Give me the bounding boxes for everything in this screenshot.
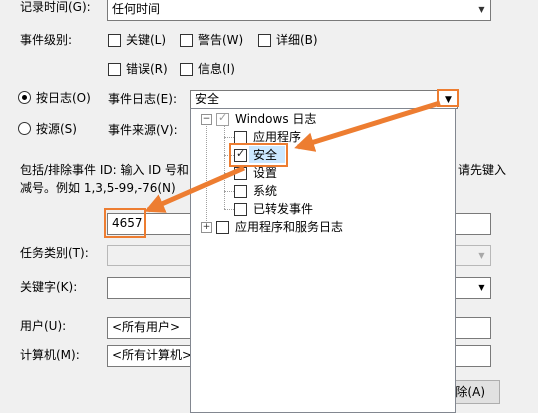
logged-select[interactable]: 任何时间 ▼ xyxy=(107,0,491,21)
dropdown-highlight xyxy=(437,89,459,107)
level-warning-label: 警告(W) xyxy=(198,33,244,47)
event-log-dropdown-popup[interactable]: − ✓ Windows 日志 应用程序 ✓ 安全 设置 系统 已转发事件 + 应… xyxy=(190,108,456,413)
checkbox-warning[interactable] xyxy=(180,34,193,47)
event-id-highlight xyxy=(104,208,146,238)
radio-selected-dot xyxy=(22,95,27,100)
include-text-line1: 包括/排除事件 ID: 输入 ID 号和 xyxy=(20,163,189,177)
chevron-down-icon: ▼ xyxy=(478,5,485,14)
checkbox-verbose[interactable] xyxy=(258,34,271,47)
checkbox-system[interactable] xyxy=(234,185,247,198)
checkbox-information[interactable] xyxy=(180,63,193,76)
check-icon: ✓ xyxy=(218,111,228,124)
checkbox-error[interactable] xyxy=(108,63,121,76)
user-value: <所有用户> xyxy=(112,320,181,334)
event-log-label: 事件日志(E): xyxy=(108,92,177,106)
tree-guide xyxy=(224,137,234,138)
event-source-label: 事件来源(V): xyxy=(108,123,178,137)
keywords-label: 关键字(K): xyxy=(20,280,78,294)
collapse-icon[interactable]: − xyxy=(201,114,212,125)
level-verbose-label: 详细(B) xyxy=(276,33,318,47)
by-log-label: 按日志(O) xyxy=(36,91,91,105)
tree-app-service-logs-label: 应用程序和服务日志 xyxy=(235,220,344,234)
tree-guide xyxy=(224,173,234,174)
checkbox-critical[interactable] xyxy=(108,34,121,47)
clear-button-label: 除(A) xyxy=(455,385,485,399)
logged-value: 任何时间 xyxy=(112,2,161,16)
logged-label: 记录时间(G): xyxy=(20,0,91,14)
level-information-label: 信息(I) xyxy=(198,62,235,76)
tree-guide xyxy=(224,191,234,192)
expand-icon[interactable]: + xyxy=(201,222,212,233)
task-category-label: 任务类别(T): xyxy=(20,246,89,260)
radio-by-source[interactable] xyxy=(18,122,31,135)
tree-item-system: 系统 xyxy=(253,184,278,198)
checkbox-setup[interactable] xyxy=(234,167,247,180)
tree-item-setup: 设置 xyxy=(253,166,278,180)
tree-item-forwarded-events: 已转发事件 xyxy=(253,202,314,216)
event-log-select[interactable]: 安全 ▼ xyxy=(190,90,458,109)
user-label: 用户(U): xyxy=(20,319,67,333)
include-text-line1-end: 请先键入 xyxy=(458,163,507,177)
chevron-down-icon: ▼ xyxy=(478,250,485,260)
tree-guide xyxy=(206,121,207,227)
include-text-line2: 减号。例如 1,3,5-99,-76(N) xyxy=(20,181,176,195)
chevron-down-icon: ▼ xyxy=(478,283,485,292)
computer-value: <所有计算机> xyxy=(112,348,193,362)
by-source-label: 按源(S) xyxy=(36,122,77,136)
checkbox-app-service-logs[interactable] xyxy=(216,221,229,234)
tree-guide xyxy=(224,209,234,210)
computer-label: 计算机(M): xyxy=(20,348,80,362)
checkbox-windows-logs[interactable]: ✓ xyxy=(216,111,229,126)
radio-by-log[interactable] xyxy=(18,91,31,104)
checkbox-forwarded-events[interactable] xyxy=(234,203,247,216)
level-label: 事件级别: xyxy=(20,33,73,47)
tree-windows-logs-label: Windows 日志 xyxy=(235,112,317,126)
level-error-label: 错误(R) xyxy=(126,62,168,76)
security-highlight xyxy=(229,143,288,167)
level-critical-label: 关键(L) xyxy=(126,33,167,47)
event-log-value: 安全 xyxy=(195,92,220,106)
tree-item-application: 应用程序 xyxy=(253,130,302,144)
